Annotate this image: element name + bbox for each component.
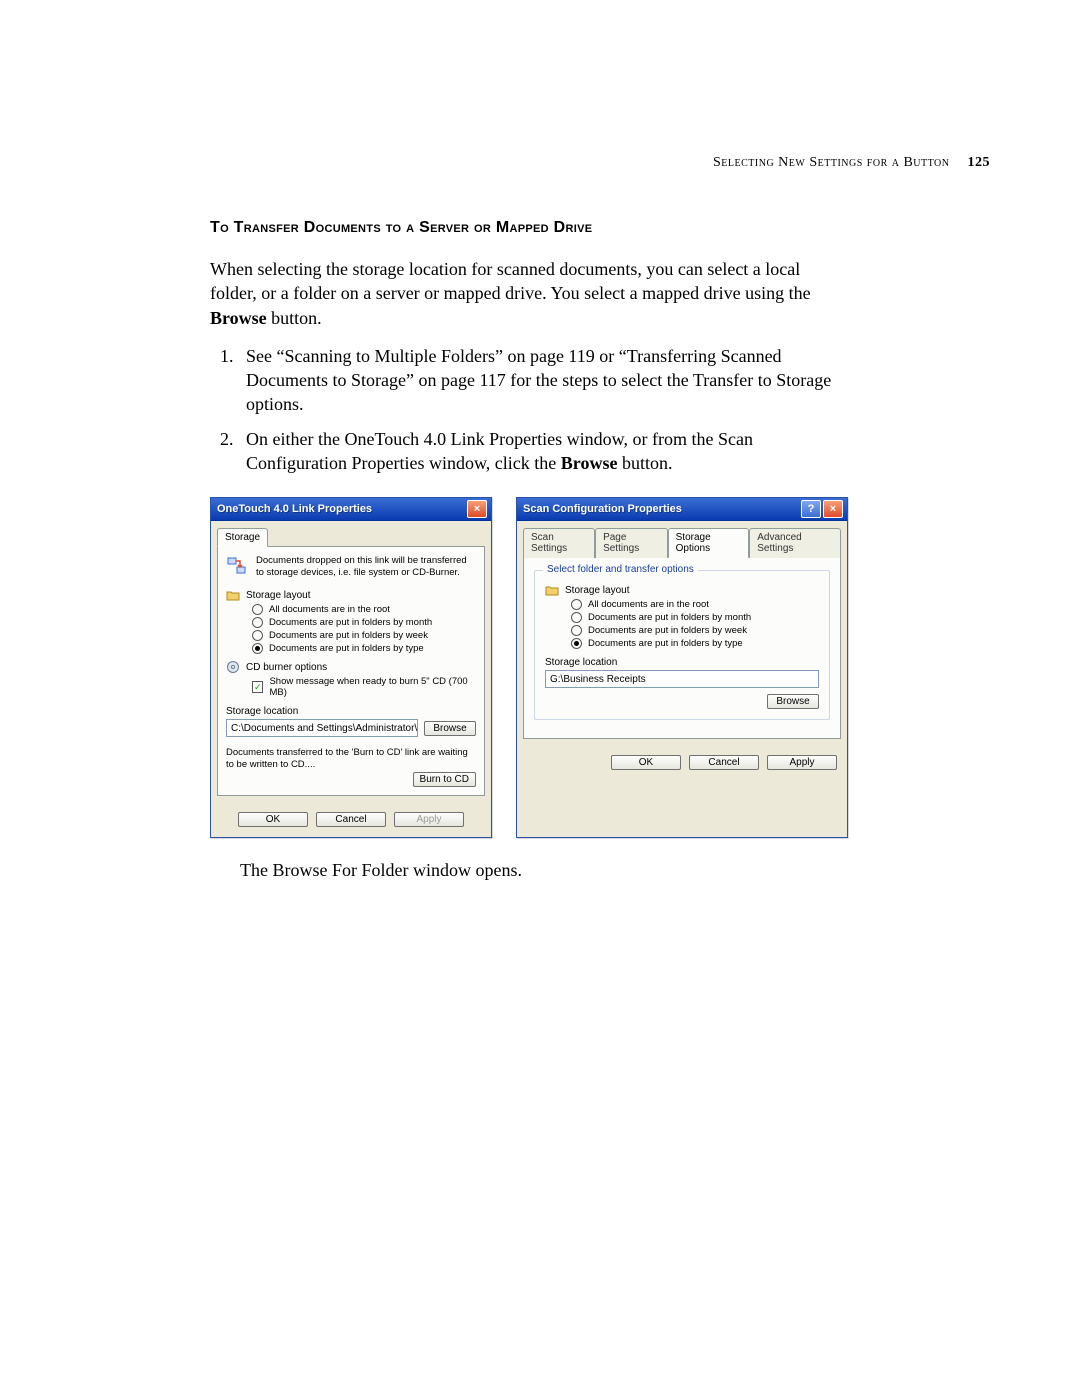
radio-by-month[interactable]: Documents are put in folders by month <box>252 617 476 628</box>
storage-path-input[interactable]: G:\Business Receipts <box>545 670 819 688</box>
dialog-intro-text: Documents dropped on this link will be t… <box>256 555 476 578</box>
transfer-icon <box>226 555 248 577</box>
step-1: See “Scanning to Multiple Folders” on pa… <box>238 344 850 417</box>
fieldset-legend: Select folder and transfer options <box>543 564 698 575</box>
cd-burner-heading: CD burner options <box>226 660 476 674</box>
burn-note: Documents transferred to the 'Burn to CD… <box>226 747 476 770</box>
apply-button[interactable]: Apply <box>394 812 464 827</box>
folder-icon <box>226 588 240 602</box>
tab-panel: Documents dropped on this link will be t… <box>217 546 485 796</box>
intro-paragraph: When selecting the storage location for … <box>210 257 850 330</box>
help-icon[interactable]: ? <box>801 500 821 518</box>
tab-storage-options[interactable]: Storage Options <box>668 528 750 558</box>
dialogs-row: OneTouch 4.0 Link Properties × Storage D… <box>210 497 850 838</box>
running-header-text: Selecting New Settings for a Button <box>713 155 949 170</box>
close-icon[interactable]: × <box>467 500 487 518</box>
cd-icon <box>226 660 240 674</box>
browse-button[interactable]: Browse <box>767 694 819 709</box>
burn-to-cd-button[interactable]: Burn to CD <box>413 772 476 787</box>
radio-by-week[interactable]: Documents are put in folders by week <box>252 630 476 641</box>
after-dialogs-text: The Browse For Folder window opens. <box>240 860 850 881</box>
cancel-button[interactable]: Cancel <box>316 812 386 827</box>
tab-storage[interactable]: Storage <box>217 528 268 547</box>
storage-location-label: Storage location <box>545 657 819 668</box>
radio-all-root[interactable]: All documents are in the root <box>571 599 819 610</box>
cancel-button[interactable]: Cancel <box>689 755 759 770</box>
radio-by-type[interactable]: Documents are put in folders by type <box>252 643 476 654</box>
running-header: Selecting New Settings for a Button 125 <box>90 155 990 171</box>
tab-scan-settings[interactable]: Scan Settings <box>523 528 595 558</box>
radio-by-month[interactable]: Documents are put in folders by month <box>571 612 819 623</box>
tabstrip: Storage <box>211 521 491 546</box>
tab-advanced-settings[interactable]: Advanced Settings <box>749 528 841 558</box>
tab-page-settings[interactable]: Page Settings <box>595 528 668 558</box>
dialog-button-row: OK Cancel Apply <box>517 747 847 780</box>
tabstrip: Scan Settings Page Settings Storage Opti… <box>517 521 847 557</box>
steps-list: See “Scanning to Multiple Folders” on pa… <box>210 344 850 475</box>
storage-layout-heading: Storage layout <box>545 583 819 597</box>
storage-layout-heading: Storage layout <box>226 588 476 602</box>
page-number: 125 <box>968 155 991 170</box>
radio-by-week[interactable]: Documents are put in folders by week <box>571 625 819 636</box>
storage-path-input[interactable]: C:\Documents and Settings\Administrator\… <box>226 719 418 737</box>
radio-all-root[interactable]: All documents are in the root <box>252 604 476 615</box>
dialog-title: OneTouch 4.0 Link Properties <box>215 503 465 515</box>
close-icon[interactable]: × <box>823 500 843 518</box>
folder-icon <box>545 583 559 597</box>
browse-button[interactable]: Browse <box>424 721 476 736</box>
ok-button[interactable]: OK <box>611 755 681 770</box>
step-2: On either the OneTouch 4.0 Link Properti… <box>238 427 850 476</box>
tab-panel: Select folder and transfer options Stora… <box>523 557 841 739</box>
titlebar[interactable]: Scan Configuration Properties ? × <box>517 498 847 521</box>
scan-config-dialog: Scan Configuration Properties ? × Scan S… <box>516 497 848 838</box>
apply-button[interactable]: Apply <box>767 755 837 770</box>
checkbox-show-message[interactable]: ✓Show message when ready to burn 5" CD (… <box>252 676 476 698</box>
link-properties-dialog: OneTouch 4.0 Link Properties × Storage D… <box>210 497 492 838</box>
transfer-options-fieldset: Select folder and transfer options Stora… <box>534 570 830 720</box>
dialog-title: Scan Configuration Properties <box>521 503 799 515</box>
dialog-button-row: OK Cancel Apply <box>211 804 491 837</box>
section-heading: To Transfer Documents to a Server or Map… <box>210 219 850 237</box>
ok-button[interactable]: OK <box>238 812 308 827</box>
titlebar[interactable]: OneTouch 4.0 Link Properties × <box>211 498 491 521</box>
storage-location-label: Storage location <box>226 706 476 717</box>
radio-by-type[interactable]: Documents are put in folders by type <box>571 638 819 649</box>
